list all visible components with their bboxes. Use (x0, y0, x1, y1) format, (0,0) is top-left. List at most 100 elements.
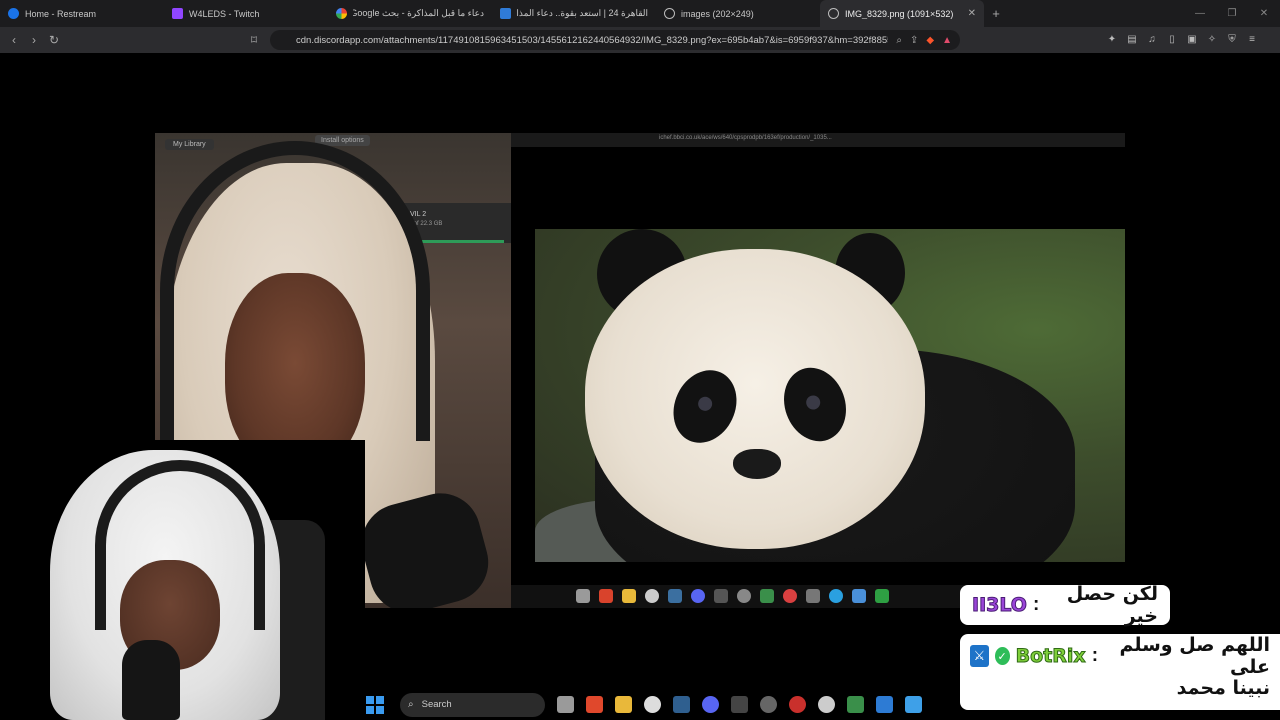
cairo24-icon (500, 8, 511, 19)
tab-restream[interactable]: Home - Restream (0, 0, 164, 27)
brave-icon[interactable] (586, 696, 603, 713)
zoom-icon[interactable]: ⌕ (896, 35, 902, 46)
app-icon[interactable] (905, 696, 922, 713)
brave-icon (599, 589, 613, 603)
streamer-webcam-small (0, 440, 365, 720)
tab-img8329[interactable]: IMG_8329.png (1091×532) ✕ (820, 0, 984, 27)
address-bar[interactable]: cdn.discordapp.com/attachments/117491081… (270, 30, 960, 50)
steam-icon[interactable] (673, 696, 690, 713)
bookmark-icon[interactable]: ⌑ (246, 32, 262, 48)
taskbar-icons (557, 696, 922, 713)
captured-taskbar-icons (576, 589, 889, 603)
sidebar-icon[interactable]: ▯ (1165, 32, 1179, 46)
app-icon[interactable] (876, 696, 893, 713)
panda-nose (733, 449, 781, 479)
tab-label: Home - Restream (25, 8, 97, 19)
toolbar-extensions: ✦ ▤ ♫ ▯ ▣ ✧ ⛨ ≡ (1105, 32, 1259, 46)
minimize-icon[interactable]: — (1184, 0, 1216, 27)
brave-shield-icon[interactable]: ◆ (926, 35, 934, 46)
chat-message-text: اللهم صل وسلم على (1119, 634, 1270, 678)
app-icon (806, 589, 820, 603)
menu-icon[interactable]: ≡ (1245, 32, 1259, 46)
tab-label: دعاء ما قبل المذاكرة - بحث Google (353, 8, 484, 18)
twitch-icon (172, 8, 183, 19)
back-icon[interactable]: ‹ (6, 32, 22, 48)
moderator-badge-icon: ⚔ (970, 645, 989, 667)
captured-browser: ichef.bbci.co.uk/ace/ws/640/cpsprodpb/16… (511, 133, 1125, 608)
microphone (122, 640, 180, 720)
app-icon (737, 589, 751, 603)
google-icon (336, 8, 347, 19)
folder-icon (622, 589, 636, 603)
brave-rewards-icon[interactable]: ▲ (942, 35, 952, 46)
tab-label: W4LEDS - Twitch (189, 8, 260, 19)
tab-cairo24[interactable]: القاهرة 24 | استعد بقوة.. دعاء المذاكرة (492, 0, 656, 27)
verified-badge-icon: ✓ (994, 647, 1010, 665)
search-label: Search (421, 699, 452, 710)
windows-start-icon[interactable] (366, 695, 384, 714)
new-tab-button[interactable]: + (984, 0, 1008, 27)
chat-message-2: اللهم صل وسلم على : BotRix ✓ ⚔ نبينا محم… (960, 634, 1280, 710)
wallet-icon[interactable]: ▣ (1185, 32, 1199, 46)
app-icon[interactable] (760, 696, 777, 713)
chat-message-text: لكن حصل خير (1066, 583, 1158, 627)
captured-toolbar: ichef.bbci.co.uk/ace/ws/640/cpsprodpb/16… (511, 133, 1125, 147)
panda-photo (535, 229, 1125, 562)
settings-icon[interactable] (818, 696, 835, 713)
restream-icon (8, 8, 19, 19)
chat-message-1: لكن حصل خير : II3LO (960, 583, 1170, 627)
extensions-icon[interactable]: ✦ (1105, 32, 1119, 46)
epic-icon (714, 589, 728, 603)
steam-icon (668, 589, 682, 603)
tab-twitch[interactable]: W4LEDS - Twitch (164, 0, 328, 27)
tab-label: القاهرة 24 | استعد بقوة.. دعاء المذاكرة (517, 8, 648, 18)
task-view-icon[interactable] (557, 696, 574, 713)
edge-icon (829, 589, 843, 603)
app-icon[interactable] (847, 696, 864, 713)
chat-username: II3LO (972, 594, 1028, 617)
reload-icon[interactable]: ↻ (46, 32, 62, 48)
url-text: cdn.discordapp.com/attachments/117491081… (296, 34, 889, 46)
restore-icon[interactable]: ❐ (1216, 0, 1248, 27)
obs-icon (783, 589, 797, 603)
tab-label: IMG_8329.png (1091×532) (845, 8, 954, 19)
chat-row: اللهم صل وسلم على : BotRix ✓ ⚔ (970, 634, 1270, 678)
panda-right-eyepatch (773, 359, 857, 450)
app-icon (576, 589, 590, 603)
taskbar-search[interactable]: ⌕ Search (400, 692, 545, 717)
xbox-icon (875, 589, 889, 603)
leo-icon[interactable]: ✧ (1205, 32, 1219, 46)
chat-separator: : (1091, 645, 1099, 666)
epic-icon[interactable] (731, 696, 748, 713)
settings-icon[interactable] (644, 696, 661, 713)
my-library-label: My Library (165, 139, 214, 150)
tab-label: images (202×249) (681, 8, 754, 19)
tab-bar: Home - Restream W4LEDS - Twitch دعاء ما … (0, 0, 1280, 27)
reader-icon[interactable]: ▤ (1125, 32, 1139, 46)
globe-icon (664, 8, 675, 19)
obs-icon[interactable] (789, 696, 806, 713)
forward-icon[interactable]: › (26, 32, 42, 48)
panda-left-eyepatch (661, 359, 749, 454)
folder-icon[interactable] (615, 696, 632, 713)
windows-taskbar: ⌕ Search (362, 689, 922, 720)
globe-icon (828, 8, 839, 19)
media-icon[interactable]: ♫ (1145, 32, 1159, 46)
search-icon: ⌕ (408, 699, 414, 710)
browser-toolbar: ‹ › ↻ ⌑ cdn.discordapp.com/attachments/1… (0, 27, 1280, 53)
share-icon[interactable]: ⇪ (910, 35, 918, 46)
chat-username: BotRix (1015, 645, 1086, 668)
discord-icon[interactable] (702, 696, 719, 713)
panda-eye (695, 394, 715, 414)
close-tab-icon[interactable]: ✕ (968, 8, 976, 19)
tab-images[interactable]: images (202×249) (656, 0, 820, 27)
app-icon (852, 589, 866, 603)
tab-google[interactable]: دعاء ما قبل المذاكرة - بحث Google (328, 0, 492, 27)
chat-message-text: نبينا محمد (1176, 677, 1270, 699)
discord-icon (691, 589, 705, 603)
window-controls: — ❐ ✕ (1184, 0, 1280, 27)
captured-url: ichef.bbci.co.uk/ace/ws/640/cpsprodpb/16… (659, 135, 832, 141)
chat-separator: : (1032, 594, 1040, 615)
vpn-icon[interactable]: ⛨ (1225, 32, 1239, 46)
close-window-icon[interactable]: ✕ (1248, 0, 1280, 27)
